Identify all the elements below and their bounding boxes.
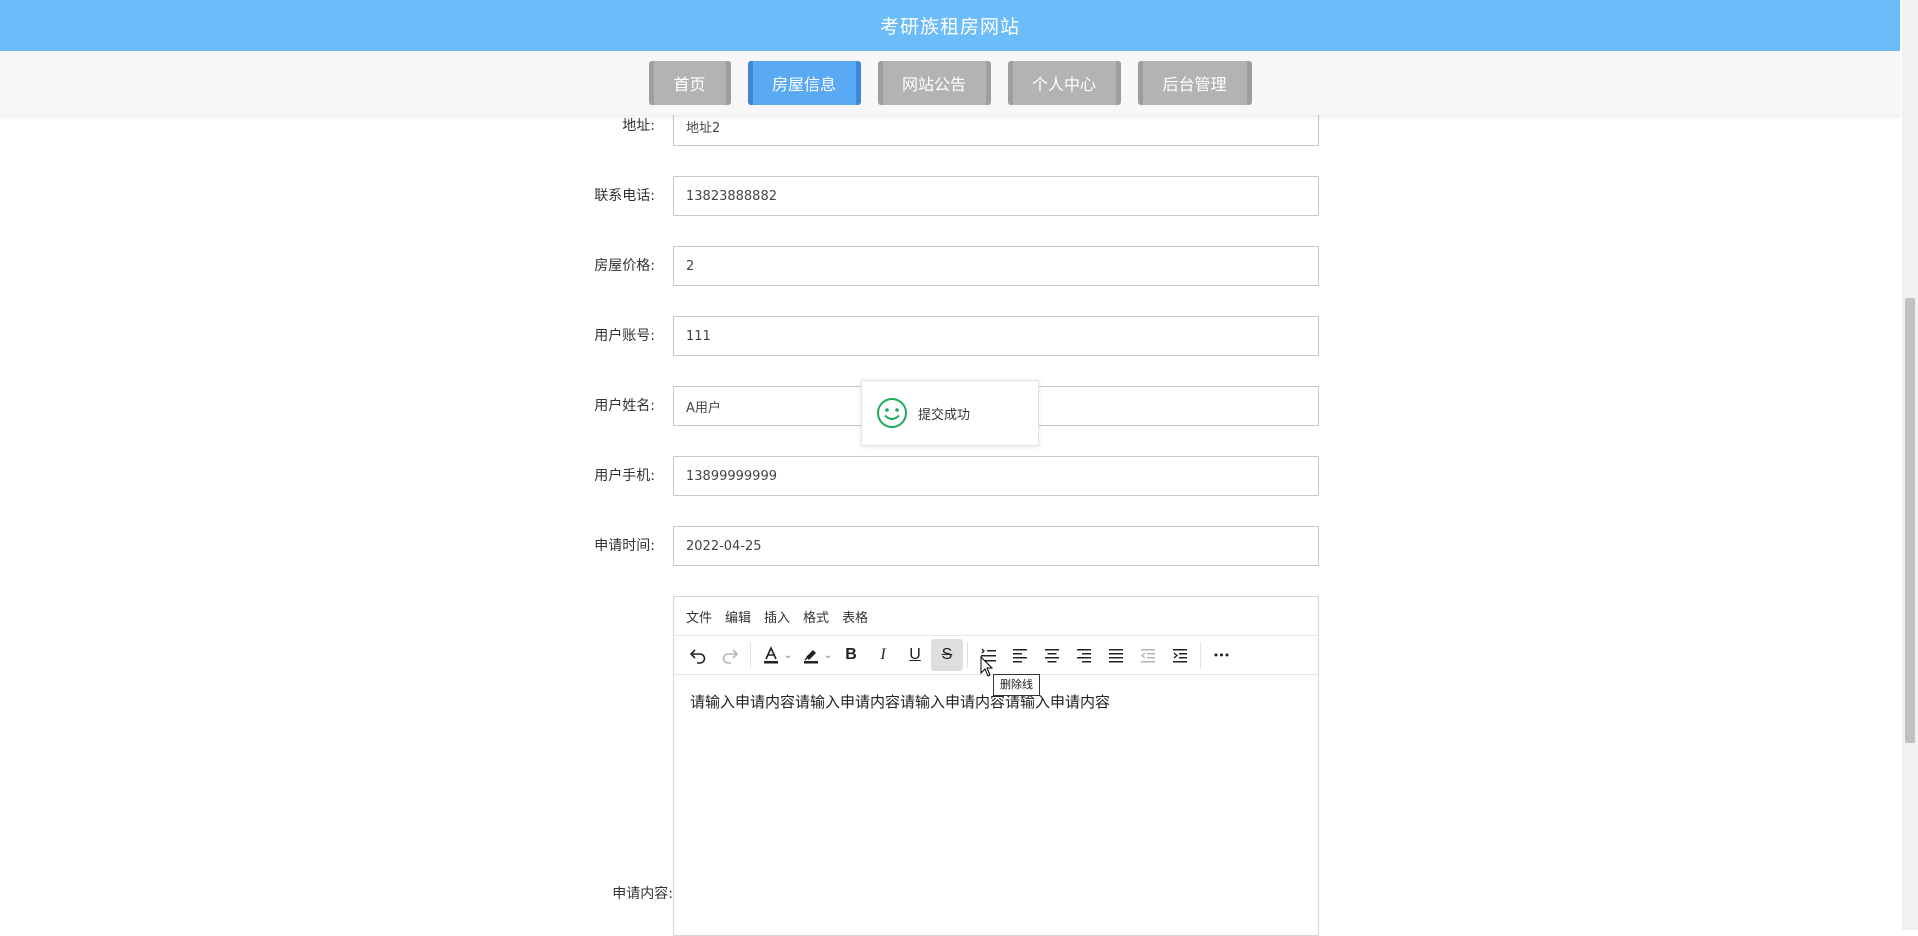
- success-toast: 提交成功: [861, 380, 1039, 446]
- form-row-phone: 联系电话:: [0, 176, 1900, 216]
- smiley-icon: [877, 398, 907, 428]
- account-input[interactable]: [673, 316, 1319, 356]
- price-input[interactable]: [673, 246, 1319, 286]
- nav-home[interactable]: 首页: [648, 61, 731, 105]
- apply-time-input[interactable]: [673, 526, 1319, 566]
- rich-text-editor: 文件 编辑 插入 格式 表格 ⌄ ⌄ B I U S ••• 请输入申请内容请输…: [673, 596, 1319, 936]
- form-row-account: 用户账号:: [0, 316, 1900, 356]
- strikethrough-tooltip: 删除线: [993, 674, 1040, 696]
- form-row-mobile: 用户手机:: [0, 456, 1900, 496]
- outdent-icon[interactable]: [1132, 639, 1164, 671]
- form-row-apply-time: 申请时间:: [0, 526, 1900, 566]
- menu-edit[interactable]: 编辑: [725, 607, 751, 626]
- italic-icon[interactable]: I: [867, 639, 899, 671]
- align-right-icon[interactable]: [1068, 639, 1100, 671]
- menu-insert[interactable]: 插入: [764, 607, 790, 626]
- menu-table[interactable]: 表格: [842, 607, 868, 626]
- underline-icon[interactable]: U: [899, 639, 931, 671]
- phone-input[interactable]: [673, 176, 1319, 216]
- nav-house-info[interactable]: 房屋信息: [747, 61, 861, 105]
- editor-toolbar: ⌄ ⌄ B I U S •••: [674, 635, 1318, 675]
- redo-icon[interactable]: [714, 639, 746, 671]
- nav-personal-center[interactable]: 个人中心: [1007, 61, 1121, 105]
- mobile-input[interactable]: [673, 456, 1319, 496]
- mobile-label: 用户手机:: [594, 468, 655, 484]
- align-justify-icon[interactable]: [1100, 639, 1132, 671]
- toolbar-divider: [967, 642, 968, 668]
- align-left-icon[interactable]: [1004, 639, 1036, 671]
- site-title: 考研族租房网站: [879, 16, 1020, 38]
- toast-message: 提交成功: [918, 407, 971, 423]
- phone-label: 联系电话:: [594, 188, 655, 204]
- more-icon[interactable]: •••: [1205, 639, 1237, 671]
- nav-announcements[interactable]: 网站公告: [877, 61, 991, 105]
- strikethrough-icon[interactable]: S: [931, 639, 963, 671]
- main-nav: 首页 房屋信息 网站公告 个人中心 后台管理: [0, 51, 1900, 115]
- apply-time-label: 申请时间:: [594, 538, 655, 554]
- toolbar-divider: [1200, 642, 1201, 668]
- site-header: 考研族租房网站: [0, 0, 1900, 51]
- menu-format[interactable]: 格式: [803, 607, 829, 626]
- content-label: 申请内容:: [612, 886, 673, 902]
- page-scrollbar-thumb[interactable]: [1905, 298, 1915, 743]
- bold-icon[interactable]: B: [835, 639, 867, 671]
- align-center-icon[interactable]: [1036, 639, 1068, 671]
- text-color-icon[interactable]: [755, 639, 787, 671]
- mouse-cursor-icon: [980, 656, 994, 677]
- form-row-price: 房屋价格:: [0, 246, 1900, 286]
- indent-icon[interactable]: [1164, 639, 1196, 671]
- username-label: 用户姓名:: [594, 398, 655, 414]
- menu-file[interactable]: 文件: [686, 607, 712, 626]
- nav-admin[interactable]: 后台管理: [1137, 61, 1252, 105]
- account-label: 用户账号:: [594, 328, 655, 344]
- toolbar-divider: [750, 642, 751, 668]
- undo-icon[interactable]: [682, 639, 714, 671]
- price-label: 房屋价格:: [594, 258, 655, 274]
- highlight-color-icon[interactable]: [795, 639, 827, 671]
- editor-menubar: 文件 编辑 插入 格式 表格: [674, 597, 1318, 635]
